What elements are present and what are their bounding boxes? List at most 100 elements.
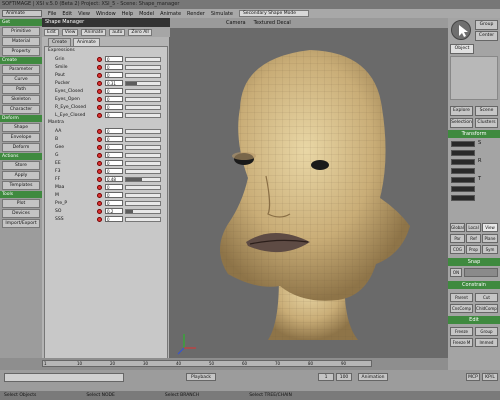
shape-weight-field[interactable]: 0 [105,192,123,198]
shape-weight-field[interactable]: 0 [105,184,123,190]
shape-weight-slider[interactable] [125,144,161,150]
group-header[interactable]: Mantra [45,119,167,127]
kp-button[interactable]: KP/L [482,373,498,381]
clusters-button[interactable]: Clusters [475,118,498,128]
shape-weight-field[interactable]: 0 [105,152,123,158]
display-mode-menu[interactable]: Textured Decal [254,20,291,26]
templates-button[interactable]: Templates [2,181,40,190]
key-icon[interactable] [97,128,102,134]
key-icon[interactable] [97,136,102,142]
translate-field-y[interactable] [451,186,475,192]
rotate-field-y[interactable] [451,168,475,174]
key-icon[interactable] [97,192,102,198]
shape-weight-slider[interactable] [125,184,161,190]
shape-weight-field[interactable]: 0 [105,104,123,110]
camera-menu[interactable]: Camera [226,20,246,26]
shape-weight-field[interactable]: 0.48 [105,176,123,182]
timeline-ruler[interactable]: 1 10 20 30 40 50 60 70 80 90 [42,360,372,367]
shape-weight-field[interactable]: 0.2 [105,208,123,214]
select-arrow-icon[interactable] [451,20,471,40]
freeze-m-button[interactable]: Freeze M [450,338,473,347]
shape-weight-slider[interactable] [125,160,161,166]
shape-weight-field[interactable]: 0.31 [105,80,123,86]
immed-button[interactable]: Immed [475,338,498,347]
curve-button[interactable]: Curve [2,75,40,84]
primitive-button[interactable]: Primitive [2,27,40,36]
key-icon[interactable] [97,152,102,158]
key-icon[interactable] [97,168,102,174]
menu-render[interactable]: Render [187,11,205,17]
selection-button[interactable]: Selection [450,118,473,128]
local-button[interactable]: Local [466,223,481,232]
freeze-button[interactable]: Freeze [450,327,473,336]
shape-weight-field[interactable]: 0 [105,200,123,206]
plot-button[interactable]: Plot [2,199,40,208]
cut-button[interactable]: Cut [475,293,498,302]
shape-weight-slider[interactable] [125,104,161,110]
shape-weight-slider[interactable] [125,56,161,62]
shape-weight-field[interactable]: 0 [105,72,123,78]
shape-weight-field[interactable]: 0 [105,168,123,174]
shape-weight-slider[interactable] [125,136,161,142]
key-icon[interactable] [97,176,102,182]
envelope-button[interactable]: Envelope [2,133,40,142]
center-button[interactable]: Center [475,31,498,41]
shape-weight-field[interactable]: 0 [105,64,123,70]
module-selector[interactable]: Animate [2,10,42,17]
group-button[interactable]: Group [475,20,498,30]
shape-weight-slider[interactable] [125,192,161,198]
key-icon[interactable] [97,208,102,214]
object-button[interactable]: Object [450,44,474,54]
shape-weight-slider[interactable] [125,200,161,206]
rotate-field[interactable] [451,159,475,165]
key-icon[interactable] [97,144,102,150]
shape-weight-field[interactable]: 0 [105,136,123,142]
translate-field[interactable] [451,177,475,183]
chldcomp-button[interactable]: ChldComp [475,304,498,313]
menu-file[interactable]: File [48,11,56,17]
layout-selector[interactable]: Secondary Shape Mode [238,10,309,17]
menu-animate[interactable]: Animate [160,11,181,17]
prop-button[interactable]: Prop [466,245,481,254]
sym-button[interactable]: Sym [482,245,498,254]
deform-button[interactable]: Deform [2,143,40,152]
snap-options[interactable] [464,268,498,277]
shape-weight-field[interactable]: 0 [105,88,123,94]
view-button[interactable]: View [482,223,498,232]
key-icon[interactable] [97,216,102,222]
shape-weight-slider[interactable] [125,80,161,86]
snap-on-toggle[interactable]: ON [450,268,462,277]
edit-group-button[interactable]: Group [475,327,498,336]
key-icon[interactable] [97,64,102,70]
shape-weight-slider[interactable] [125,112,161,118]
shape-weight-slider[interactable] [125,72,161,78]
key-icon[interactable] [97,88,102,94]
end-frame-field[interactable]: 100 [336,373,352,381]
shape-weight-field[interactable]: 0 [105,56,123,62]
view-menu[interactable]: View [61,28,79,36]
path-button[interactable]: Path [2,85,40,94]
playback-button[interactable]: Playback [186,373,216,381]
key-icon[interactable] [97,56,102,62]
frame-range-slider[interactable] [4,373,124,382]
scene-button[interactable]: Scene [475,106,498,116]
mcp-button[interactable]: MCP [466,373,480,381]
shape-weight-slider[interactable] [125,96,161,102]
animation-menu[interactable]: Animation [358,373,388,381]
shape-button[interactable]: Shape [2,123,40,132]
tab-create[interactable]: Create [48,38,71,46]
shape-weight-field[interactable]: 0 [105,216,123,222]
current-frame-field[interactable]: 1 [318,373,334,381]
shape-weight-field[interactable]: 0 [105,128,123,134]
edit-menu[interactable]: Edit [44,28,59,36]
group-header[interactable]: Expressions [45,47,167,55]
animate-menu[interactable]: Animate [81,28,107,36]
menu-edit[interactable]: Edit [62,11,72,17]
viewport[interactable]: Camera Textured Decal [170,18,448,358]
shape-weight-slider[interactable] [125,128,161,134]
menu-window[interactable]: Window [96,11,116,17]
translate-field-z[interactable] [451,195,475,201]
key-icon[interactable] [97,96,102,102]
shape-weight-field[interactable]: 0 [105,96,123,102]
shape-weight-slider[interactable] [125,176,161,182]
